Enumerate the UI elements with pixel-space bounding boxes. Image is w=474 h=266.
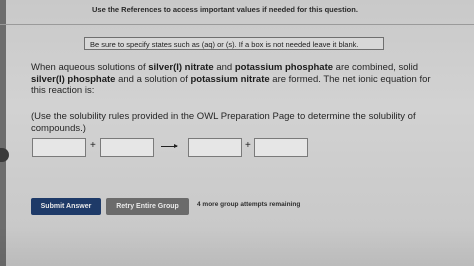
submit-answer-button[interactable]: Submit Answer xyxy=(31,198,101,215)
question-part: and a solution of xyxy=(115,73,191,85)
solubility-hint: (Use the solubility rules provided in th… xyxy=(31,111,416,134)
product-2: potassium nitrate xyxy=(190,73,270,85)
reactant-1: silver(I) nitrate xyxy=(148,62,214,73)
equation-input-1[interactable] xyxy=(32,138,86,157)
screen: Use the References to access important v… xyxy=(0,0,474,266)
side-panel-handle[interactable] xyxy=(0,148,9,162)
equation-input-4[interactable] xyxy=(254,138,308,157)
reaction-arrow-icon xyxy=(161,144,178,148)
question-part: When aqueous solutions of xyxy=(31,62,149,73)
question-part: and xyxy=(213,62,235,73)
reactant-2: potassium phosphate xyxy=(234,62,334,73)
equation-input-3[interactable] xyxy=(188,138,242,157)
question-part: are combined, solid xyxy=(333,62,419,73)
product-1: silver(I) phosphate xyxy=(31,73,116,85)
question-text: When aqueous solutions of silver(I) nitr… xyxy=(31,62,441,97)
bottom-shade xyxy=(0,226,474,266)
plus-sign: + xyxy=(245,140,251,151)
retry-group-button[interactable]: Retry Entire Group xyxy=(106,198,189,215)
equation-input-2[interactable] xyxy=(100,138,154,157)
states-notice: Be sure to specify states such as (aq) o… xyxy=(84,37,384,50)
references-text: Use the References to access important v… xyxy=(92,5,358,14)
plus-sign: + xyxy=(90,140,96,151)
references-bar: Use the References to access important v… xyxy=(0,0,474,25)
attempts-remaining: 4 more group attempts remaining xyxy=(197,201,301,208)
